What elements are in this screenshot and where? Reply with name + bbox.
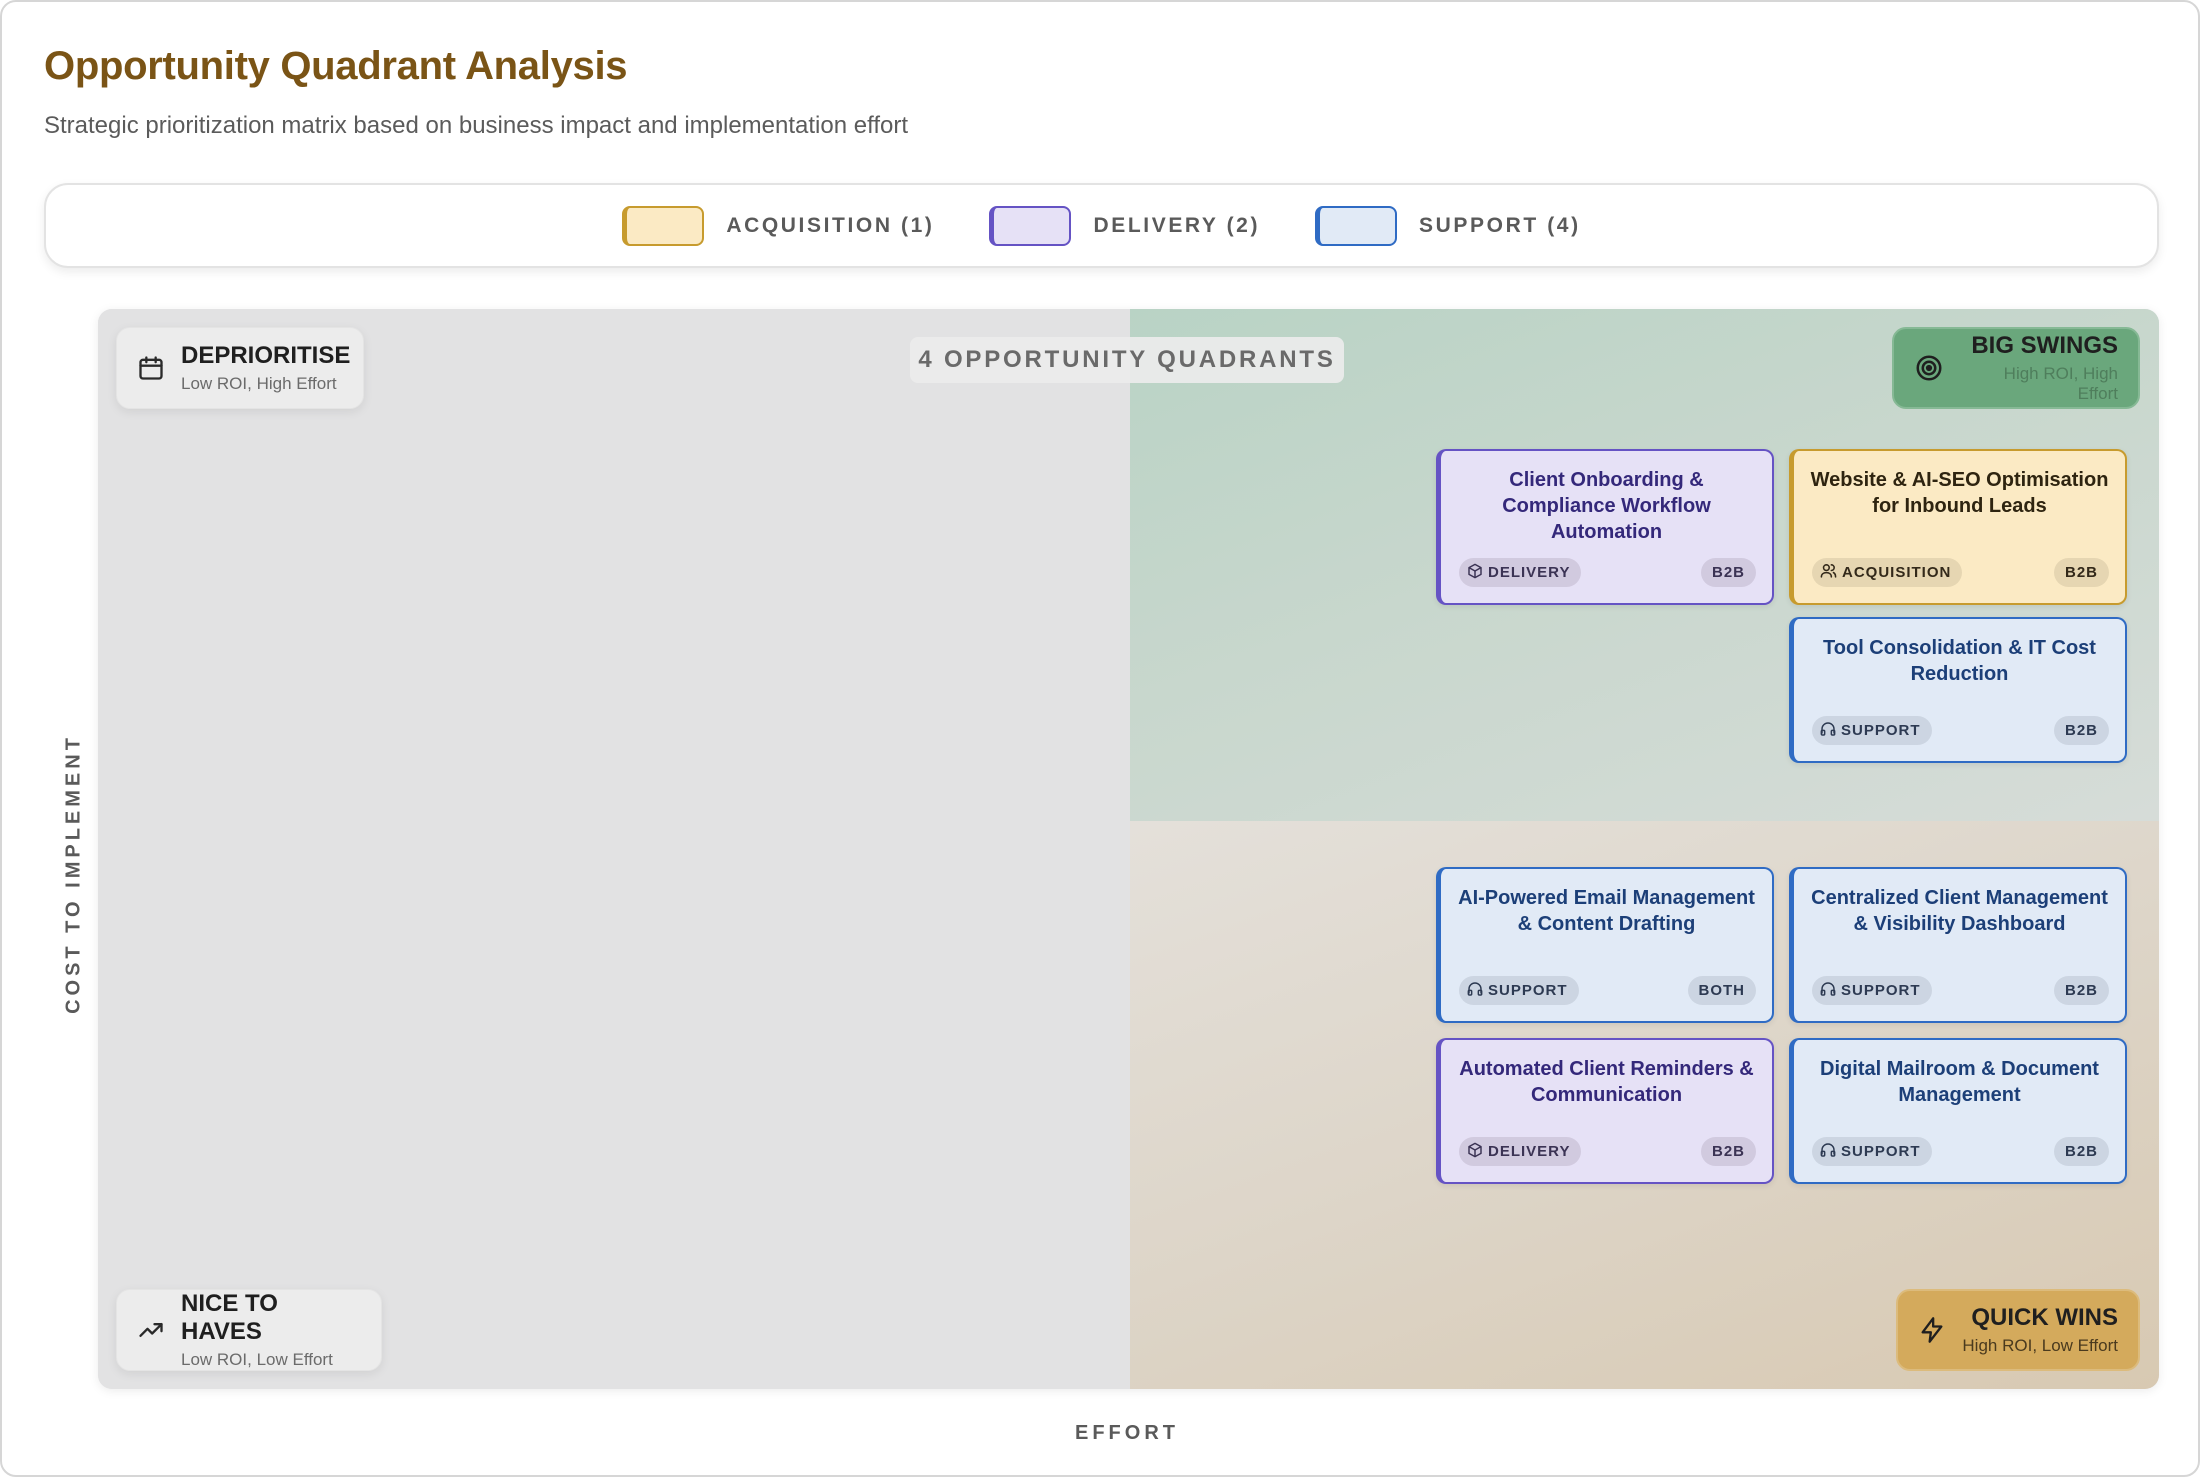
category-legend: ACQUISITION (1) DELIVERY (2) SUPPORT (4) (44, 183, 2159, 268)
card-title: Automated Client Reminders & Communicati… (1459, 1058, 1754, 1106)
market-tag: B2B (1700, 558, 1756, 587)
quadrant-matrix: 4 OPPORTUNITY QUADRANTS DEPRIORITISE Low… (98, 309, 2159, 1389)
quadrant-badge-deprioritise: DEPRIORITISE Low ROI, High Effort (116, 327, 364, 409)
category-tag: DELIVERY (1459, 1137, 1582, 1166)
market-tag: B2B (2053, 558, 2109, 587)
page-title: Opportunity Quadrant Analysis (44, 44, 628, 88)
legend-swatch-acquisition (622, 205, 705, 246)
y-axis-label: COST TO IMPLEMENT (62, 734, 85, 1014)
market-tag: B2B (2053, 976, 2109, 1005)
quadrant-title: DEPRIORITISE (181, 342, 351, 369)
trending-up-icon (137, 1316, 165, 1344)
legend-item-support[interactable]: SUPPORT (4) (1315, 205, 1581, 246)
opportunity-card[interactable]: Automated Client Reminders & Communicati… (1436, 1038, 1774, 1184)
card-title: AI-Powered Email Management & Content Dr… (1458, 887, 1755, 935)
card-title: Centralized Client Management & Visibili… (1811, 887, 2108, 935)
center-label: 4 OPPORTUNITY QUADRANTS (910, 337, 1344, 383)
opportunity-card[interactable]: Website & AI-SEO Optimisation for Inboun… (1789, 449, 2127, 605)
quadrant-title: QUICK WINS (1971, 1304, 2118, 1331)
category-tag: DELIVERY (1459, 558, 1582, 587)
market-tag: B2B (2053, 1137, 2109, 1166)
category-label: DELIVERY (1488, 564, 1571, 581)
card-footer: SUPPORT BOTH (1459, 976, 1756, 1005)
headset-icon (1820, 981, 1836, 1001)
quadrant-badge-nice-to-haves: NICE TO HAVES Low ROI, Low Effort (116, 1289, 382, 1371)
legend-label-support: SUPPORT (4) (1419, 213, 1581, 237)
category-label: SUPPORT (1841, 982, 1921, 999)
box-icon (1467, 563, 1483, 583)
category-tag: SUPPORT (1812, 976, 1932, 1005)
card-footer: ACQUISITION B2B (1812, 558, 2109, 587)
market-tag: BOTH (1687, 976, 1756, 1005)
card-title: Website & AI-SEO Optimisation for Inboun… (1810, 469, 2109, 517)
market-tag: B2B (1700, 1137, 1756, 1166)
quadrant-subtitle: High ROI, High Effort (2003, 364, 2118, 403)
headset-icon (1820, 1142, 1836, 1162)
category-label: SUPPORT (1841, 722, 1921, 739)
category-tag: SUPPORT (1459, 976, 1579, 1005)
opportunity-card[interactable]: Tool Consolidation & IT Cost Reduction S… (1789, 617, 2127, 763)
category-label: DELIVERY (1488, 1143, 1571, 1160)
market-tag: B2B (2053, 716, 2109, 745)
opportunity-card[interactable]: AI-Powered Email Management & Content Dr… (1436, 867, 1774, 1023)
opportunity-card[interactable]: Client Onboarding & Compliance Workflow … (1436, 449, 1774, 605)
users-icon (1820, 562, 1837, 583)
card-footer: DELIVERY B2B (1459, 1137, 1756, 1166)
legend-item-acquisition[interactable]: ACQUISITION (1) (622, 205, 935, 246)
quadrant-subtitle: Low ROI, High Effort (181, 374, 337, 393)
card-footer: SUPPORT B2B (1812, 1137, 2109, 1166)
category-tag: SUPPORT (1812, 716, 1932, 745)
opportunity-card[interactable]: Centralized Client Management & Visibili… (1789, 867, 2127, 1023)
card-title: Digital Mailroom & Document Management (1820, 1058, 2099, 1106)
quadrant-badge-big-swings: BIG SWINGS High ROI, High Effort (1892, 327, 2140, 409)
quadrant-title: NICE TO HAVES (181, 1290, 278, 1345)
page-subtitle: Strategic prioritization matrix based on… (44, 112, 908, 139)
legend-label-delivery: DELIVERY (2) (1093, 213, 1261, 237)
legend-swatch-delivery (989, 205, 1072, 246)
box-icon (1467, 1142, 1483, 1162)
quadrant-badge-quick-wins: QUICK WINS High ROI, Low Effort (1896, 1289, 2140, 1371)
card-title: Tool Consolidation & IT Cost Reduction (1823, 637, 2096, 685)
card-footer: SUPPORT B2B (1812, 976, 2109, 1005)
card-footer: DELIVERY B2B (1459, 558, 1756, 587)
quadrant-left-region (98, 309, 1130, 1389)
card-footer: SUPPORT B2B (1812, 716, 2109, 745)
quadrant-subtitle: High ROI, Low Effort (1962, 1336, 2118, 1355)
target-icon (1914, 353, 1944, 383)
legend-label-acquisition: ACQUISITION (1) (726, 213, 935, 237)
lightning-icon (1918, 1316, 1946, 1344)
page-frame: Opportunity Quadrant Analysis Strategic … (0, 0, 2200, 1477)
card-title: Client Onboarding & Compliance Workflow … (1502, 469, 1711, 543)
legend-swatch-support (1315, 205, 1398, 246)
quadrant-title: BIG SWINGS (1971, 332, 2118, 359)
category-tag: ACQUISITION (1812, 558, 1963, 587)
quadrant-subtitle: Low ROI, Low Effort (181, 1350, 333, 1369)
x-axis-label: EFFORT (1075, 1422, 1179, 1444)
category-tag: SUPPORT (1812, 1137, 1932, 1166)
category-label: SUPPORT (1488, 982, 1568, 999)
legend-item-delivery[interactable]: DELIVERY (2) (989, 205, 1261, 246)
category-label: SUPPORT (1841, 1143, 1921, 1160)
calendar-icon (137, 354, 165, 382)
headset-icon (1467, 981, 1483, 1001)
opportunity-card[interactable]: Digital Mailroom & Document Management S… (1789, 1038, 2127, 1184)
category-label: ACQUISITION (1842, 564, 1952, 581)
headset-icon (1820, 721, 1836, 741)
